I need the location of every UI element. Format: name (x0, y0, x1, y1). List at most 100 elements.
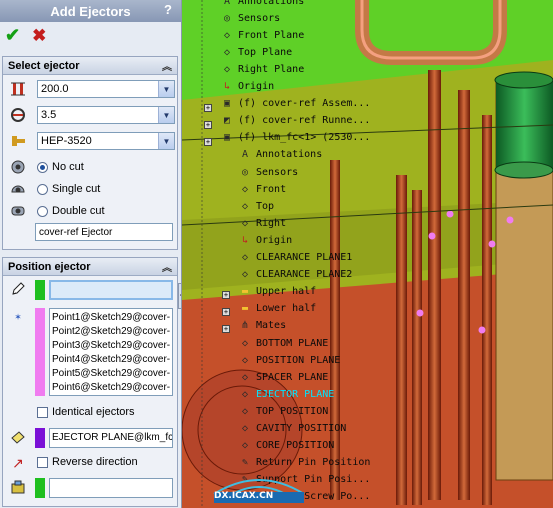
tree-item[interactable]: ◇ SPACER PLANE (238, 369, 328, 385)
tree-item[interactable]: ◇ EJECTOR PLANE (238, 386, 334, 402)
length-combo[interactable]: 200.0 ▼ (37, 80, 175, 98)
double-cut-radio[interactable] (37, 205, 48, 217)
tree-item[interactable]: ◇ CLEARANCE PLANE2 (238, 267, 352, 283)
sensor-icon: ◎ (241, 166, 249, 178)
tree-item[interactable]: ▬ Upper half (238, 284, 316, 300)
active-selection-box[interactable] (49, 280, 173, 300)
tree-item-label: Annotations (256, 149, 323, 161)
tree-item[interactable]: ◇ TOP POSITION (238, 403, 328, 419)
list-item[interactable]: Point4@Sketch29@cover- (52, 353, 170, 367)
tree-item[interactable]: A Annotations (220, 0, 304, 9)
tree-item[interactable]: ◇ CAVITY POSITION (238, 421, 346, 437)
position-ejector-header[interactable]: Position ejector ︽ (3, 258, 177, 276)
mates-icon: ⋔ (240, 320, 250, 332)
plane-reference-box[interactable]: EJECTOR PLANE@lkm_fc- (49, 428, 173, 448)
component-name-field[interactable]: cover-ref Ejector (35, 223, 173, 241)
single-cut-option[interactable]: Single cut (7, 179, 175, 199)
chevron-down-icon[interactable]: ▼ (158, 107, 174, 123)
collapse-chevron-icon[interactable]: ︽ (162, 259, 172, 274)
tree-item-label: SPACER PLANE (256, 371, 329, 383)
tree-item[interactable]: A Annotations (238, 147, 322, 163)
type-row: HEP-3520 ▼ (7, 131, 175, 151)
tree-item[interactable]: ↳ Origin (220, 79, 274, 95)
tree-item[interactable]: ◇ Top Plane (220, 44, 292, 60)
ok-checkmark-icon[interactable]: ✔ (5, 26, 20, 44)
plane-icon: ◇ (241, 388, 249, 400)
tree-item[interactable]: ◇ Right Plane (220, 61, 304, 77)
tree-expand-toggle[interactable]: + (204, 138, 212, 146)
tree-item-label: Front Plane (238, 29, 305, 41)
list-item[interactable]: Point1@Sketch29@cover- (52, 311, 170, 325)
chevron-down-icon[interactable]: ▼ (158, 133, 174, 149)
panel-title-bar: Add Ejectors ? (0, 0, 181, 22)
no-cut-option[interactable]: No cut (7, 157, 175, 177)
pattern-box[interactable] (49, 478, 173, 498)
tree-item[interactable]: ✎ Return Pin Position (238, 455, 370, 471)
position-ejector-group: Position ejector ︽ ✶ Point1@Sketch29@cov… (2, 257, 178, 507)
tree-item[interactable]: ◇ Front (238, 181, 286, 197)
list-item[interactable]: Point5@Sketch29@cover- (52, 367, 170, 381)
no-cut-icon (7, 158, 29, 176)
point-list[interactable]: Point1@Sketch29@cover- Point2@Sketch29@c… (49, 308, 173, 396)
tree-item-label: Return Pin Position (256, 457, 371, 469)
pattern-swatch (35, 478, 45, 498)
tree-item[interactable]: ◎ Sensors (238, 164, 298, 180)
identical-ejectors-label: Identical ejectors (52, 406, 135, 418)
tree-item[interactable]: ↳ Origin (238, 232, 292, 248)
tree-item[interactable]: ◇ Front Plane (220, 27, 304, 43)
pattern-icon (7, 478, 29, 496)
tree-expand-toggle[interactable]: + (222, 291, 230, 299)
select-ejector-header[interactable]: Select ejector ︽ (3, 57, 177, 75)
select-ejector-group: Select ejector ︽ 200.0 ▼ 3.5 ▼ HEP-3520 … (2, 56, 178, 250)
tree-item[interactable]: ▣ (f) lkm_fc<1> (2530... (220, 130, 370, 146)
select-ejector-heading: Select ejector (8, 59, 80, 72)
panel-title: Add Ejectors (50, 3, 131, 19)
list-item[interactable]: Point3@Sketch29@cover- (52, 339, 170, 353)
no-cut-radio[interactable] (37, 161, 48, 173)
ejector-type-icon (7, 132, 29, 150)
identical-ejectors-checkbox[interactable] (37, 406, 48, 418)
cancel-x-icon[interactable]: ✖ (32, 27, 46, 44)
reverse-direction-checkbox[interactable] (37, 456, 48, 468)
graphics-viewport[interactable]: A Annotations ◎ Sensors ◇ Front Plane ◇ Top Pla… (182, 0, 553, 508)
list-item[interactable]: Point2@Sketch29@cover- (52, 325, 170, 339)
tree-item[interactable]: ◩ (f) cover-ref Runne... (220, 113, 370, 129)
plane-icon: ◇ (241, 183, 249, 195)
assembly-icon: ▣ (223, 132, 231, 144)
tree-item[interactable]: ◇ Top (238, 198, 274, 214)
tree-item[interactable]: ◎ Sensors (220, 10, 280, 26)
tree-item[interactable]: ◇ BOTTOM PLANE (238, 335, 328, 351)
double-cut-option[interactable]: Double cut (7, 201, 175, 221)
tree-item-label: POSITION PLANE (256, 354, 341, 366)
sketch-icon: ✎ (241, 457, 249, 469)
tree-expand-toggle[interactable]: + (222, 325, 230, 333)
tree-item[interactable]: ◇ CLEARANCE PLANE1 (238, 250, 352, 266)
tree-expand-toggle[interactable]: + (204, 104, 212, 112)
tree-item[interactable]: ▣ (f) cover-ref Assem... (220, 96, 370, 112)
type-combo[interactable]: HEP-3520 ▼ (37, 132, 175, 150)
tree-item[interactable]: ⋔ Mates (238, 318, 286, 334)
double-cut-label: Double cut (52, 205, 105, 217)
folder-icon: ▬ (241, 286, 249, 298)
diameter-row: 3.5 ▼ (7, 105, 175, 125)
diameter-combo[interactable]: 3.5 ▼ (37, 106, 175, 124)
tree-item[interactable]: ◇ Right (238, 215, 286, 231)
chevron-down-icon[interactable]: ▼ (158, 81, 174, 97)
folder-icon: ▬ (241, 303, 249, 315)
identical-ejectors-option[interactable]: Identical ejectors (37, 406, 135, 418)
tree-item[interactable]: ◇ CORE POSITION (238, 438, 334, 454)
tree-item[interactable]: ▬ Lower half (238, 301, 316, 317)
tree-item-label: (f) cover-ref Assem... (238, 98, 371, 110)
tree-item-label: Upper half (256, 286, 317, 298)
tree-expand-toggle[interactable]: + (204, 121, 212, 129)
tree-expand-toggle[interactable]: + (222, 308, 230, 316)
tree-item-label: Front (256, 183, 287, 195)
tree-item-label: CAVITY POSITION (256, 423, 347, 434)
collapse-chevron-icon[interactable]: ︽ (162, 58, 172, 73)
assembly-icon: ▣ (223, 98, 231, 110)
tree-item[interactable]: ◇ POSITION PLANE (238, 352, 340, 368)
list-item[interactable]: Point6@Sketch29@cover- (52, 381, 170, 395)
reverse-direction-option[interactable]: Reverse direction (37, 456, 138, 468)
single-cut-radio[interactable] (37, 183, 48, 195)
help-button[interactable]: ? (160, 2, 176, 18)
